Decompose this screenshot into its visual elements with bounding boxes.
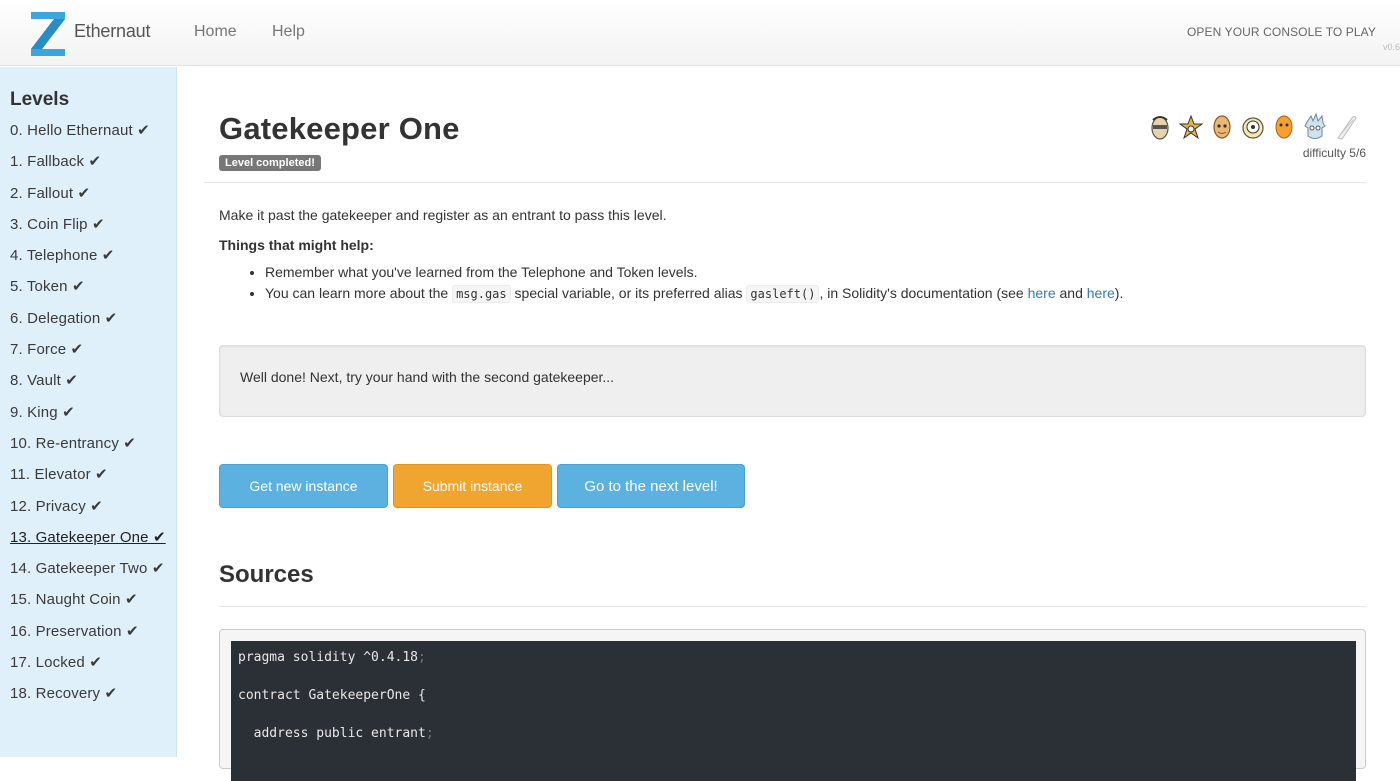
help-heading: Things that might help:	[219, 237, 374, 253]
sidebar-item-level-11[interactable]: 11. Elevator ✔	[10, 465, 170, 485]
hint-item: Remember what you've learned from the Te…	[265, 262, 1123, 283]
sidebar-item-level-2[interactable]: 2. Fallout ✔	[10, 184, 170, 204]
gasleft-code: gasleft()	[746, 285, 820, 303]
code-text: address public entrant	[238, 726, 426, 741]
sidebar-title: Levels	[10, 89, 70, 110]
code-line: pragma solidity ^0.4.18;	[238, 650, 426, 665]
sidebar-item-level-13-active[interactable]: 13. Gatekeeper One ✔	[10, 528, 170, 548]
sidebar-item-level-7[interactable]: 7. Force ✔	[10, 340, 170, 360]
navbar: Ethernaut Home Help OPEN YOUR CONSOLE TO…	[0, 0, 1400, 66]
code-text: contract GatekeeperOne {	[238, 688, 426, 703]
hint-item: You can learn more about the msg.gas spe…	[265, 283, 1123, 305]
nav-help-link[interactable]: Help	[272, 23, 305, 41]
hint-text: and	[1055, 285, 1087, 301]
submit-instance-button[interactable]: Submit instance	[393, 464, 552, 508]
hint-text: ).	[1114, 285, 1124, 301]
author-avatar-1-icon	[1151, 116, 1169, 140]
version-label: v0.6	[1382, 42, 1400, 52]
sidebar-item-level-18[interactable]: 18. Recovery ✔	[10, 684, 170, 704]
author-avatar-6-icon	[1304, 112, 1326, 139]
author-avatar-5-icon	[1275, 115, 1293, 139]
sidebar-item-level-17[interactable]: 17. Locked ✔	[10, 653, 170, 673]
code-text: pragma solidity ^0.4.18	[238, 650, 419, 665]
sidebar-item-level-0[interactable]: 0. Hello Ethernaut ✔	[10, 121, 170, 141]
difficulty-label: difficulty 5/6	[1302, 146, 1366, 160]
sidebar-item-level-16[interactable]: 16. Preservation ✔	[10, 622, 170, 642]
sidebar-item-level-1[interactable]: 1. Fallback ✔	[10, 152, 170, 172]
sidebar-item-level-15[interactable]: 15. Naught Coin ✔	[10, 590, 170, 610]
nav-home-link[interactable]: Home	[194, 23, 237, 41]
levels-list: 0. Hello Ethernaut ✔ 1. Fallback ✔ 2. Fa…	[10, 121, 170, 716]
hint-text: , in Solidity's documentation (see	[819, 285, 1028, 301]
completion-message-box: Well done! Next, try your hand with the …	[219, 345, 1366, 417]
msg-gas-code: msg.gas	[452, 285, 511, 303]
sidebar-item-level-8[interactable]: 8. Vault ✔	[10, 371, 170, 391]
sources-divider	[219, 606, 1366, 607]
source-code-panel: pragma solidity ^0.4.18; contract Gateke…	[219, 629, 1366, 781]
console-message: OPEN YOUR CONSOLE TO PLAY	[1186, 25, 1376, 39]
code-line: contract GatekeeperOne {	[238, 688, 426, 703]
sidebar-item-level-14[interactable]: 14. Gatekeeper Two ✔	[10, 559, 170, 579]
get-new-instance-button[interactable]: Get new instance	[219, 464, 388, 508]
ethernaut-logo-icon[interactable]	[28, 10, 68, 56]
code-line: address public entrant;	[238, 726, 434, 741]
hints-list: Remember what you've learned from the Te…	[265, 262, 1123, 305]
sidebar-item-level-5[interactable]: 5. Token ✔	[10, 277, 170, 297]
sidebar-item-level-4[interactable]: 4. Telephone ✔	[10, 246, 170, 266]
level-description: Make it past the gatekeeper and register…	[219, 207, 667, 223]
title-divider	[204, 182, 1366, 183]
sidebar-item-level-9[interactable]: 9. King ✔	[10, 403, 170, 423]
docs-link-1[interactable]: here	[1028, 285, 1056, 301]
level-completed-badge: Level completed!	[219, 155, 321, 171]
levels-sidebar: Levels 0. Hello Ethernaut ✔ 1. Fallback …	[0, 67, 177, 757]
sidebar-item-level-10[interactable]: 10. Re-entrancy ✔	[10, 434, 170, 454]
code-semicolon: ;	[418, 650, 426, 665]
sidebar-item-level-3[interactable]: 3. Coin Flip ✔	[10, 215, 170, 235]
level-title: Gatekeeper One	[219, 111, 460, 146]
next-level-button[interactable]: Go to the next level!	[557, 464, 745, 508]
author-avatar-7-icon	[1337, 116, 1357, 140]
author-avatar-3-icon	[1213, 115, 1231, 139]
sidebar-item-level-6[interactable]: 6. Delegation ✔	[10, 309, 170, 329]
hint-text: special variable, or its preferred alias	[510, 285, 747, 301]
source-code-block[interactable]: pragma solidity ^0.4.18; contract Gateke…	[231, 641, 1356, 781]
docs-link-2[interactable]: here	[1087, 285, 1115, 301]
sidebar-item-level-12[interactable]: 12. Privacy ✔	[10, 497, 170, 517]
author-avatars	[1136, 112, 1366, 144]
completion-message: Well done! Next, try your hand with the …	[240, 369, 615, 385]
sources-heading: Sources	[219, 561, 314, 588]
hint-text: You can learn more about the	[265, 285, 453, 301]
author-avatar-2-icon	[1179, 114, 1203, 140]
code-semicolon: ;	[425, 726, 434, 741]
brand-name[interactable]: Ethernaut	[74, 21, 150, 42]
author-avatar-4-icon	[1242, 117, 1264, 139]
